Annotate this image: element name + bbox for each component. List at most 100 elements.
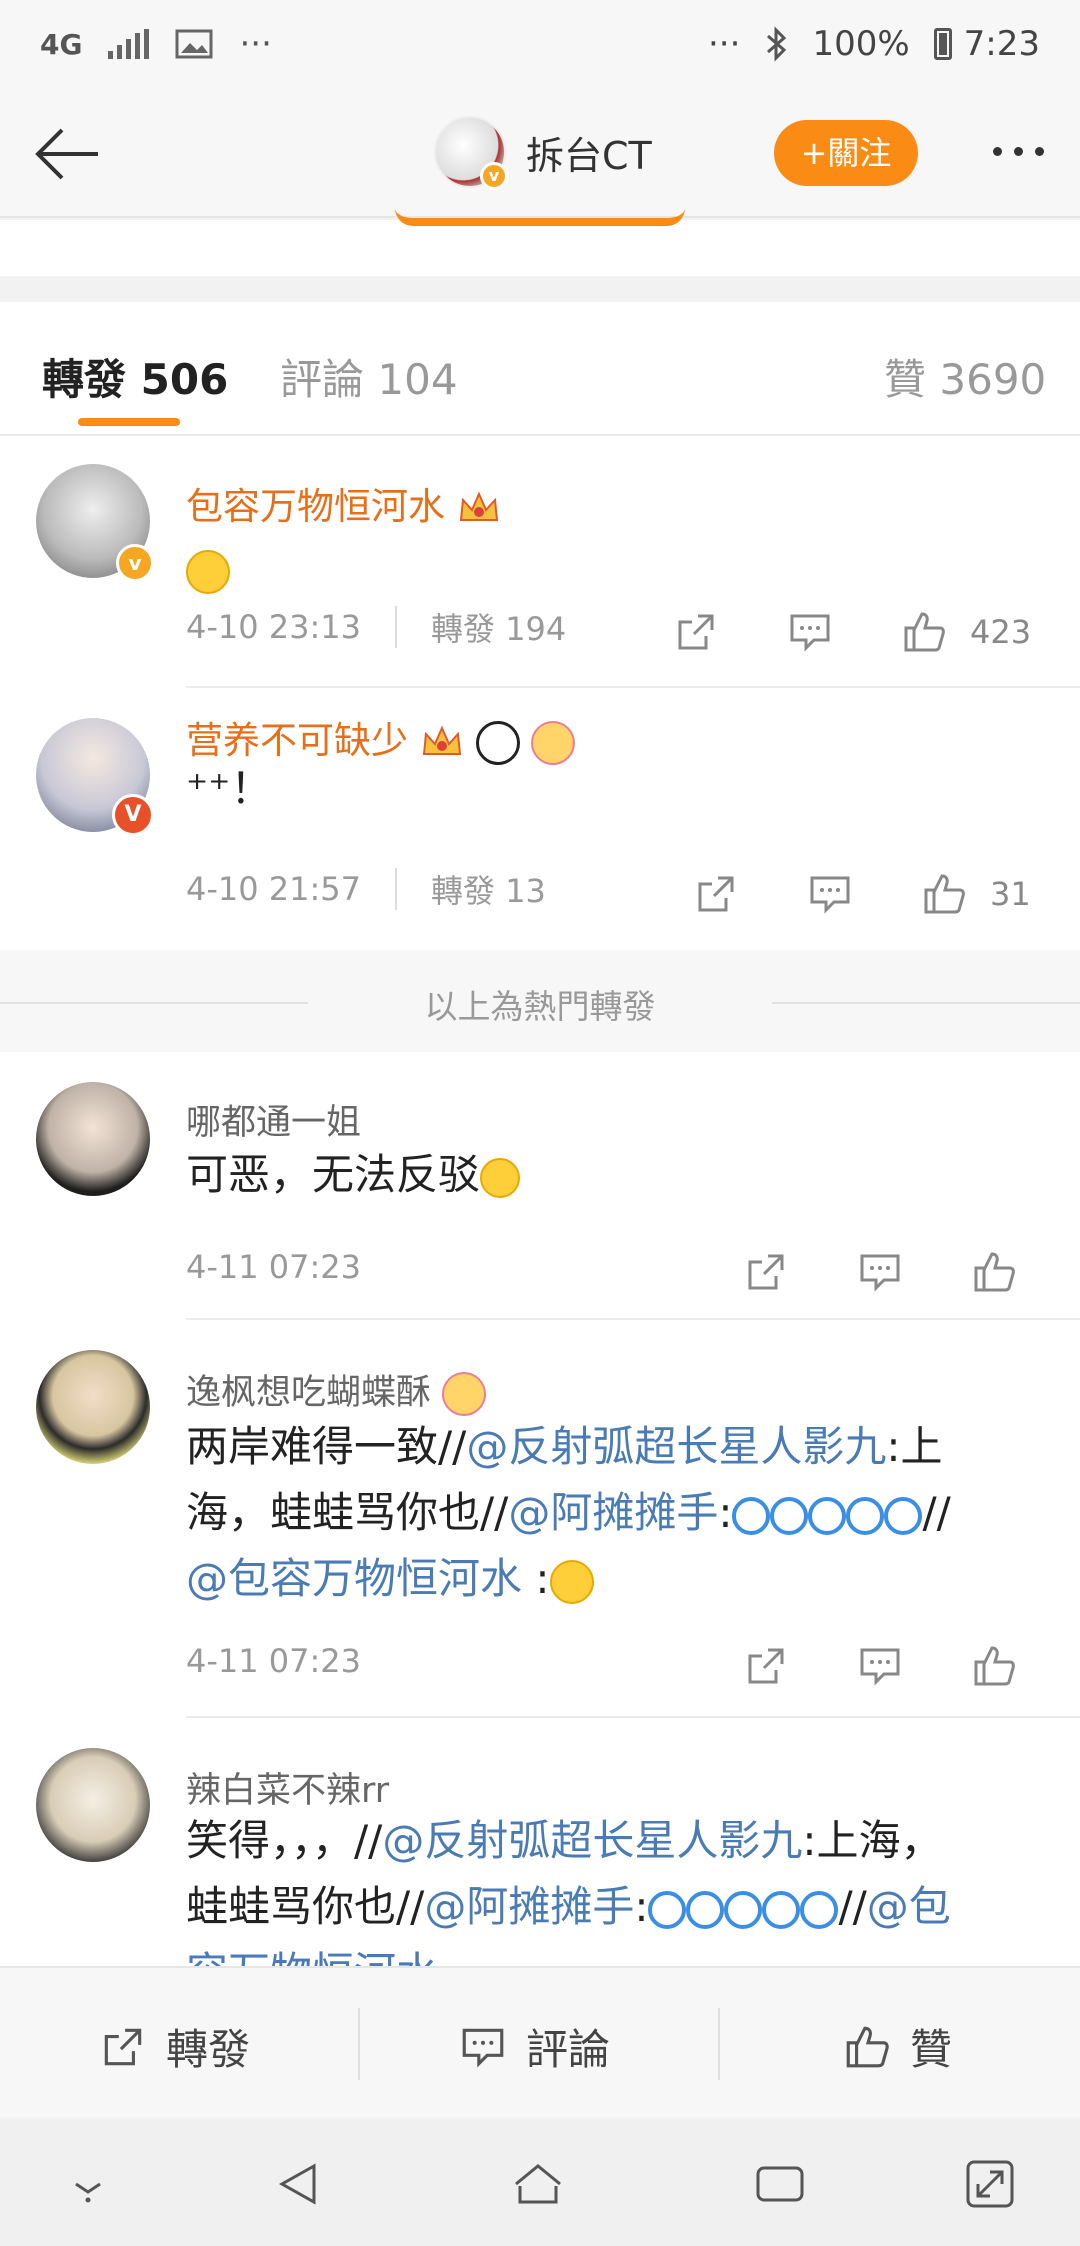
battery-percent: 100% bbox=[812, 24, 910, 64]
recent-apps-icon[interactable] bbox=[752, 2156, 808, 2212]
tab-like[interactable]: 贊 3690 bbox=[884, 346, 1046, 407]
top-content-strip bbox=[0, 220, 1080, 276]
tab-repost[interactable]: 轉發 506 bbox=[42, 346, 228, 407]
username[interactable]: 辣白菜不辣rr bbox=[186, 1762, 389, 1813]
doraemon-emoji-icon bbox=[648, 1890, 687, 1929]
tab-comment-label: 評論 bbox=[280, 355, 365, 404]
doraemon-emoji-icon bbox=[762, 1890, 801, 1929]
title-bar: v 拆台CT +關注 bbox=[0, 88, 1080, 218]
avatar[interactable]: V bbox=[36, 718, 154, 836]
like-button-label: 贊 bbox=[910, 2025, 953, 2074]
row-actions bbox=[742, 1642, 1018, 1690]
back-nav-icon[interactable] bbox=[272, 2156, 328, 2212]
username[interactable]: 逸枫想吃蝴蝶酥 bbox=[186, 1364, 487, 1416]
title-user[interactable]: v 拆台CT bbox=[434, 116, 652, 190]
avatar[interactable]: v bbox=[36, 464, 154, 582]
repost-button[interactable]: 轉發 bbox=[98, 2016, 250, 2077]
like-icon[interactable] bbox=[970, 1248, 1018, 1296]
more-status: ··· bbox=[708, 24, 741, 64]
flower-badge-icon bbox=[442, 1372, 487, 1416]
hide-keyboard-icon[interactable] bbox=[60, 2156, 116, 2212]
comment-icon[interactable] bbox=[786, 608, 834, 656]
user-avatar[interactable]: v bbox=[434, 116, 508, 190]
mention-link[interactable]: @反射弧超长星人影九 bbox=[466, 1422, 886, 1471]
home-nav-icon[interactable] bbox=[510, 2156, 566, 2212]
battery-icon bbox=[933, 28, 952, 60]
system-nav-bar bbox=[0, 2118, 1080, 2246]
tab-comment[interactable]: 評論 104 bbox=[280, 346, 458, 407]
like-button[interactable]: 贊 bbox=[842, 2016, 952, 2077]
latest-repost-list: 哪都通一姐 可恶，无法反驳 4-11 07:23 逸枫想吃蝴蝶酥 两岸难得一致/… bbox=[0, 1052, 1080, 1966]
like-count: 423 bbox=[970, 613, 1032, 651]
mention-link[interactable]: @包 bbox=[867, 1882, 951, 1931]
comment-icon[interactable] bbox=[856, 1248, 904, 1296]
avatar[interactable] bbox=[36, 1082, 150, 1196]
row-actions: 423 bbox=[672, 608, 1031, 656]
doraemon-emoji-icon bbox=[884, 1496, 923, 1535]
hot-repost-list: v 包容万物恒河水 4-10 23:13 轉發 194 423 V 营养不可缺少… bbox=[0, 436, 1080, 950]
repost-meta: 4-11 07:23 bbox=[186, 1642, 361, 1680]
username-text: 逸枫想吃蝴蝶酥 bbox=[186, 1373, 432, 1413]
list-item: v 包容万物恒河水 4-10 23:13 轉發 194 423 bbox=[0, 436, 1080, 686]
repost-count: 轉發 13 bbox=[431, 872, 546, 910]
verified-badge-icon: v bbox=[116, 544, 154, 582]
list-item: 辣白菜不辣rr 笑得，，，//@反射弧超长星人影九:上海， 蛙蛙骂你也//@阿摊… bbox=[0, 1718, 1080, 1966]
bottom-action-bar: 轉發 評論 贊 bbox=[0, 1966, 1080, 2118]
timestamp: 4-10 23:13 bbox=[186, 608, 362, 646]
share-icon[interactable] bbox=[672, 608, 720, 656]
like-icon[interactable] bbox=[900, 608, 948, 656]
mention-link[interactable]: @阿摊摊手 bbox=[424, 1882, 634, 1931]
verified-badge-icon: V bbox=[112, 794, 154, 836]
fullscreen-icon[interactable] bbox=[962, 2156, 1018, 2212]
back-arrow-icon[interactable] bbox=[28, 114, 108, 194]
avatar[interactable] bbox=[36, 1748, 150, 1862]
doraemon-emoji-icon bbox=[808, 1496, 847, 1535]
thinking-emoji-icon bbox=[549, 1559, 594, 1604]
more-notifications: ··· bbox=[239, 24, 272, 64]
repost-button-label: 轉發 bbox=[166, 2025, 251, 2074]
mention-link[interactable]: @包容万物恒河水 bbox=[186, 1554, 522, 1603]
row-actions: 31 bbox=[692, 870, 1031, 918]
tab-repost-label: 轉發 bbox=[42, 355, 127, 404]
smirk-emoji-icon bbox=[480, 1157, 521, 1198]
mention-link[interactable]: 容万物恒河水 bbox=[186, 1948, 438, 1966]
status-bar: 4G ··· ··· 100% 7:23 bbox=[0, 0, 1080, 88]
avatar[interactable] bbox=[36, 1350, 150, 1464]
like-icon[interactable] bbox=[920, 870, 968, 918]
repost-text: ⁺⁺！ bbox=[186, 764, 273, 813]
tab-like-label: 贊 bbox=[884, 355, 927, 404]
hot-section-divider: 以上為熱門轉發 bbox=[0, 950, 1080, 1052]
mention-link[interactable]: @阿摊摊手 bbox=[508, 1488, 718, 1537]
share-icon[interactable] bbox=[692, 870, 740, 918]
timestamp: 4-10 21:57 bbox=[186, 870, 362, 908]
comment-icon[interactable] bbox=[806, 870, 854, 918]
more-options-icon[interactable] bbox=[978, 118, 1058, 184]
share-icon[interactable] bbox=[742, 1248, 790, 1296]
username[interactable]: 哪都通一姐 bbox=[186, 1094, 361, 1145]
repost-text: 笑得，，，//@反射弧超长星人影九:上海， 蛙蛙骂你也//@阿摊摊手://@包 … bbox=[186, 1808, 1046, 1966]
bluetooth-icon bbox=[767, 26, 787, 62]
tab-bar: 轉發 506 評論 104 贊 3690 bbox=[0, 302, 1080, 436]
repost-text bbox=[186, 536, 1046, 602]
repost-meta: 4-10 23:13 轉發 194 bbox=[186, 604, 566, 650]
comment-button-label: 評論 bbox=[526, 2025, 611, 2074]
doraemon-emoji-icon bbox=[732, 1496, 771, 1535]
list-item: 逸枫想吃蝴蝶酥 两岸难得一致//@反射弧超长星人影九:上 海，蛙蛙骂你也//@阿… bbox=[0, 1320, 1080, 1716]
comment-icon[interactable] bbox=[856, 1642, 904, 1690]
thinking-emoji-icon bbox=[186, 549, 230, 594]
repost-count: 轉發 194 bbox=[431, 610, 567, 648]
like-icon bbox=[846, 2026, 889, 2067]
comment-button[interactable]: 評論 bbox=[458, 2016, 610, 2077]
username[interactable]: 包容万物恒河水 bbox=[186, 476, 501, 530]
share-icon[interactable] bbox=[742, 1642, 790, 1690]
active-tab-indicator bbox=[78, 418, 180, 426]
follow-button[interactable]: +關注 bbox=[774, 120, 918, 186]
repost-text: 可恶，无法反驳 bbox=[186, 1142, 1046, 1208]
share-icon bbox=[104, 2028, 142, 2065]
timestamp: 4-11 07:23 bbox=[186, 1642, 362, 1680]
repost-text-body: 可恶，无法反驳 bbox=[186, 1150, 481, 1199]
mention-link[interactable]: @反射弧超长星人影九 bbox=[382, 1816, 802, 1865]
like-icon[interactable] bbox=[970, 1642, 1018, 1690]
list-item: 哪都通一姐 可恶，无法反驳 4-11 07:23 bbox=[0, 1052, 1080, 1318]
signal-icon bbox=[108, 29, 150, 59]
